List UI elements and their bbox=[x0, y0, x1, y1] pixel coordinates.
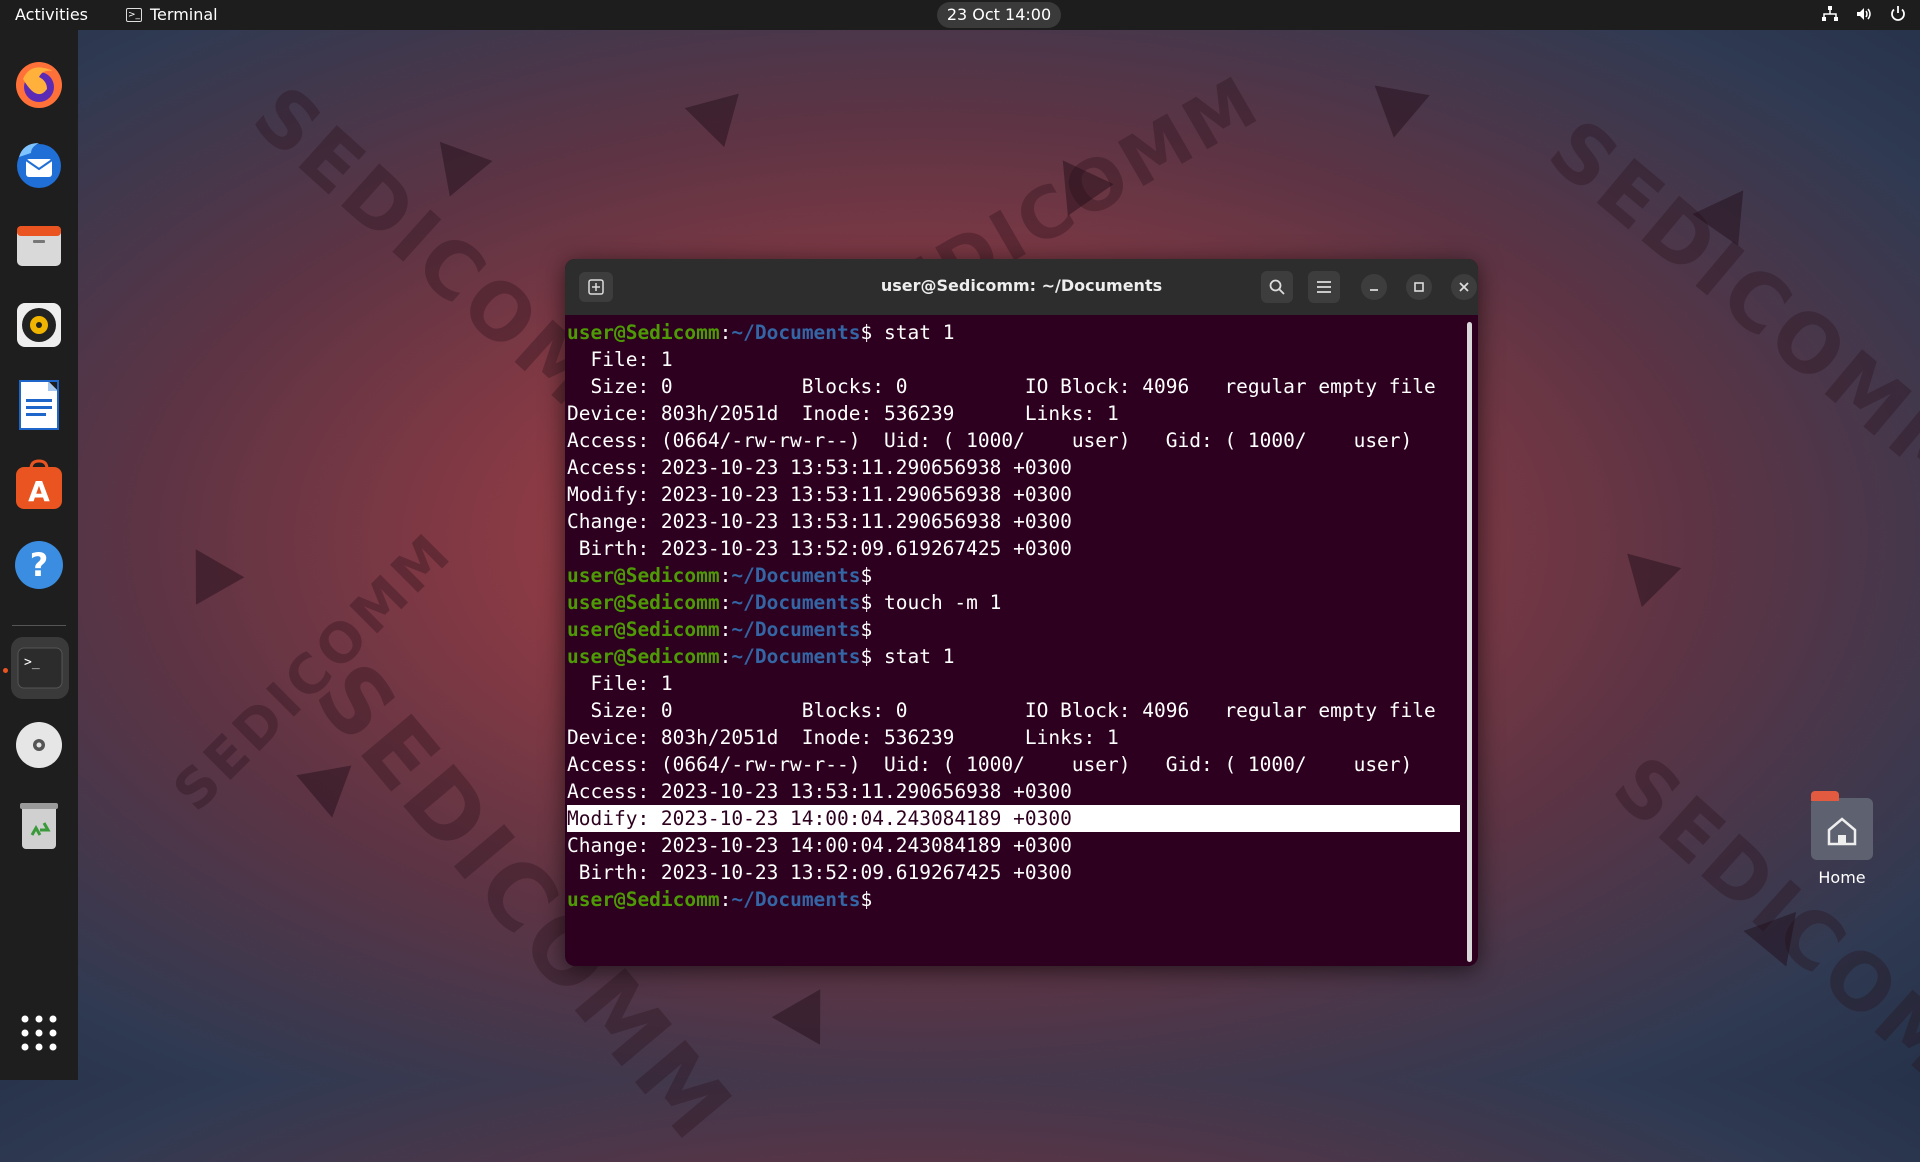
power-icon[interactable] bbox=[1888, 4, 1908, 24]
terminal-prompt-line: user@Sedicomm:~/Documents$ bbox=[567, 564, 873, 587]
terminal-output-line: Size: 0 Blocks: 0 IO Block: 4096 regular… bbox=[567, 699, 1436, 722]
maximize-button[interactable] bbox=[1406, 274, 1432, 300]
terminal-output-line: Access: 2023-10-23 13:53:11.290656938 +0… bbox=[567, 456, 1072, 479]
prompt-user: user@Sedicomm bbox=[567, 888, 720, 911]
terminal-output-line: Size: 0 Blocks: 0 IO Block: 4096 regular… bbox=[567, 375, 1436, 398]
hamburger-icon bbox=[1317, 281, 1331, 293]
terminal-output[interactable]: user@Sedicomm:~/Documents$ stat 1 File: … bbox=[567, 319, 1460, 913]
terminal-prompt-line: user@Sedicomm:~/Documents$ bbox=[567, 618, 873, 641]
clock[interactable]: 23 Oct 14:00 bbox=[937, 2, 1061, 28]
svg-text:?: ? bbox=[30, 546, 49, 584]
app-menu[interactable]: >_ Terminal bbox=[126, 5, 218, 24]
maximize-icon bbox=[1414, 282, 1424, 292]
disc-icon[interactable] bbox=[11, 717, 67, 773]
terminal-output-line: Birth: 2023-10-23 13:52:09.619267425 +03… bbox=[567, 861, 1072, 884]
files-icon[interactable] bbox=[11, 217, 67, 273]
terminal-icon[interactable]: >_ bbox=[11, 637, 69, 699]
show-apps-icon[interactable] bbox=[11, 1005, 67, 1061]
prompt-command: $ bbox=[860, 618, 873, 641]
terminal-prompt-line: user@Sedicomm:~/Documents$ stat 1 bbox=[567, 321, 955, 344]
prompt-user: user@Sedicomm bbox=[567, 591, 720, 614]
system-tray[interactable] bbox=[1820, 4, 1908, 24]
dock: A ? >_ bbox=[0, 30, 78, 1080]
home-folder-icon bbox=[1811, 791, 1873, 860]
prompt-path: ~/Documents bbox=[731, 321, 861, 344]
terminal-output-line: File: 1 bbox=[567, 672, 673, 695]
prompt-user: user@Sedicomm bbox=[567, 618, 720, 641]
prompt-path: ~/Documents bbox=[731, 591, 861, 614]
search-icon bbox=[1269, 279, 1285, 295]
desktop-home-folder[interactable]: Home bbox=[1772, 791, 1912, 887]
prompt-path: ~/Documents bbox=[731, 645, 861, 668]
prompt-command: $ bbox=[860, 564, 873, 587]
svg-text:A: A bbox=[28, 475, 50, 508]
prompt-command: $ bbox=[860, 888, 873, 911]
terminal-output-line: File: 1 bbox=[567, 348, 673, 371]
help-icon[interactable]: ? bbox=[11, 537, 67, 593]
prompt-path: ~/Documents bbox=[731, 564, 861, 587]
terminal-output-line: Device: 803h/2051d Inode: 536239 Links: … bbox=[567, 726, 1119, 749]
svg-text:>_: >_ bbox=[24, 655, 40, 670]
activities-button[interactable]: Activities bbox=[15, 5, 88, 24]
terminal-output-line: Birth: 2023-10-23 13:52:09.619267425 +03… bbox=[567, 537, 1072, 560]
libreoffice-writer-icon[interactable] bbox=[11, 377, 67, 433]
terminal-output-line: Access: (0664/-rw-rw-r--) Uid: ( 1000/ u… bbox=[567, 753, 1413, 776]
wallpaper-watermark: SEDICOMM bbox=[1531, 101, 1920, 512]
terminal-output-line: Device: 803h/2051d Inode: 536239 Links: … bbox=[567, 402, 1119, 425]
app-center-icon[interactable]: A bbox=[11, 457, 67, 513]
terminal-output-line: Modify: 2023-10-23 13:53:11.290656938 +0… bbox=[567, 483, 1072, 506]
terminal-output-line: Access: 2023-10-23 13:53:11.290656938 +0… bbox=[567, 780, 1072, 803]
menu-button[interactable] bbox=[1308, 271, 1340, 303]
terminal-prompt-line: user@Sedicomm:~/Documents$ touch -m 1 bbox=[567, 591, 1002, 614]
terminal-output-line: Access: (0664/-rw-rw-r--) Uid: ( 1000/ u… bbox=[567, 429, 1413, 452]
prompt-command: $ touch -m 1 bbox=[860, 591, 1002, 614]
terminal-output-line: Change: 2023-10-23 14:00:04.243084189 +0… bbox=[567, 834, 1072, 857]
terminal-prompt-line: user@Sedicomm:~/Documents$ bbox=[567, 888, 873, 911]
terminal-scrollbar[interactable] bbox=[1467, 322, 1472, 962]
terminal-app-icon: >_ bbox=[126, 7, 142, 22]
minimize-button[interactable] bbox=[1361, 274, 1387, 300]
prompt-user: user@Sedicomm bbox=[567, 321, 720, 344]
firefox-icon[interactable] bbox=[11, 57, 67, 113]
prompt-user: user@Sedicomm bbox=[567, 645, 720, 668]
terminal-title: user@Sedicomm: ~/Documents bbox=[880, 276, 1163, 295]
thunderbird-icon[interactable] bbox=[11, 137, 67, 193]
terminal-window[interactable]: user@Sedicomm: ~/Documents user@Sedicomm… bbox=[565, 259, 1478, 966]
top-bar: Activities >_ Terminal 23 Oct 14:00 bbox=[0, 0, 1920, 30]
minimize-icon bbox=[1370, 289, 1378, 291]
terminal-output-line-selected: Modify: 2023-10-23 14:00:04.243084189 +0… bbox=[567, 805, 1460, 832]
close-button[interactable] bbox=[1451, 274, 1477, 300]
prompt-path: ~/Documents bbox=[731, 888, 861, 911]
prompt-command: $ stat 1 bbox=[860, 645, 955, 668]
close-icon bbox=[1459, 282, 1469, 292]
volume-icon[interactable] bbox=[1854, 4, 1874, 24]
prompt-path: ~/Documents bbox=[731, 618, 861, 641]
rhythmbox-icon[interactable] bbox=[11, 297, 67, 353]
terminal-titlebar[interactable]: user@Sedicomm: ~/Documents bbox=[565, 259, 1478, 315]
home-folder-label: Home bbox=[1818, 868, 1866, 887]
trash-icon[interactable] bbox=[11, 797, 67, 853]
app-menu-label: Terminal bbox=[150, 5, 218, 24]
network-icon[interactable] bbox=[1820, 4, 1840, 24]
prompt-command: $ stat 1 bbox=[860, 321, 955, 344]
terminal-prompt-line: user@Sedicomm:~/Documents$ stat 1 bbox=[567, 645, 955, 668]
search-button[interactable] bbox=[1261, 271, 1293, 303]
prompt-user: user@Sedicomm bbox=[567, 564, 720, 587]
terminal-output-line: Change: 2023-10-23 13:53:11.290656938 +0… bbox=[567, 510, 1072, 533]
